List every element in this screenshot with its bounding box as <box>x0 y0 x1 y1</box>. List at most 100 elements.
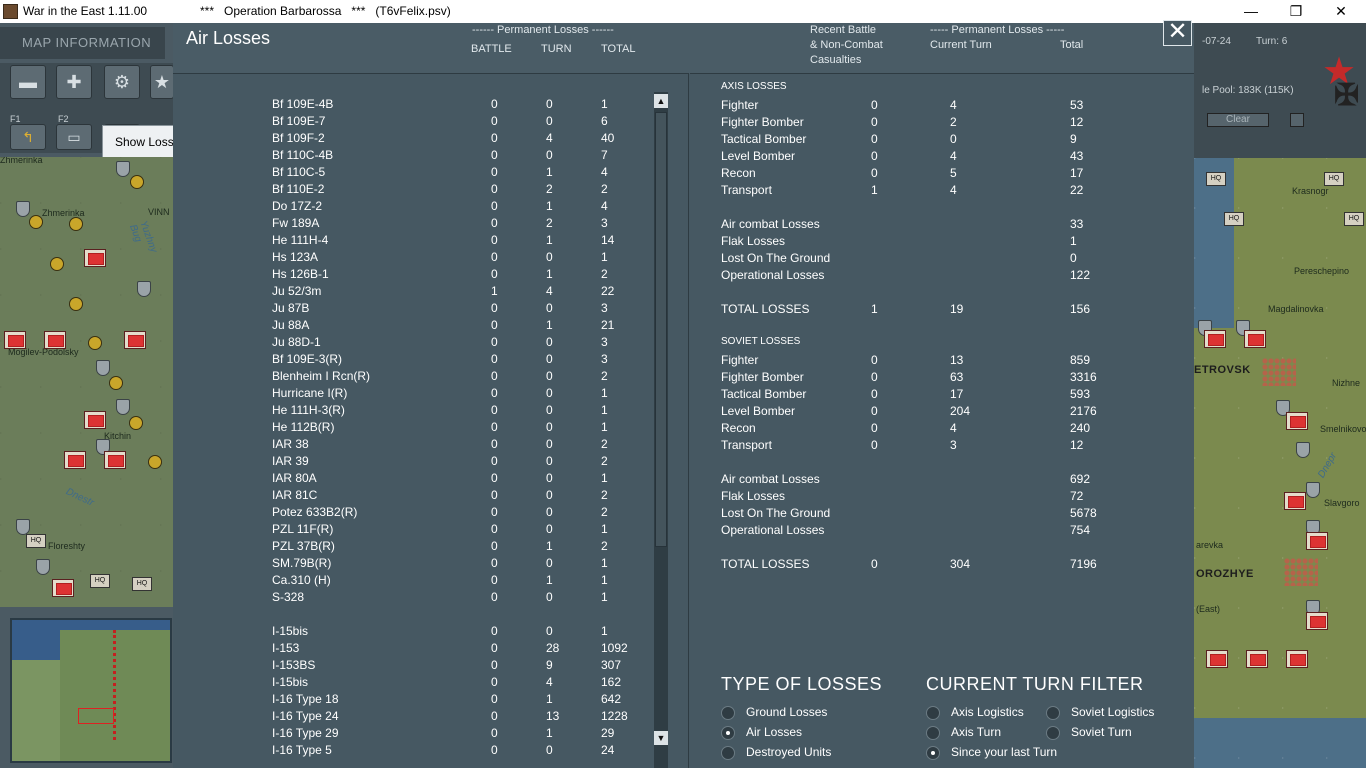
hq-counter[interactable]: HQ <box>1344 212 1364 226</box>
soviet-unit-counter[interactable] <box>1244 330 1266 348</box>
aircraft-row[interactable]: Bf 110E-2 0 2 2 <box>173 182 643 199</box>
star-icon[interactable]: ★ <box>150 65 174 99</box>
scroll-down-arrow-icon[interactable]: ▼ <box>654 731 668 745</box>
aircraft-row[interactable]: Ca.310 (H) 0 1 1 <box>173 573 643 590</box>
soviet-unit-counter[interactable] <box>1306 532 1328 550</box>
scroll-thumb[interactable] <box>655 112 667 547</box>
aircraft-row[interactable]: Bf 110C-4B 0 0 7 <box>173 148 643 165</box>
aircraft-row[interactable]: I-16 Type 24 0 13 1228 <box>173 709 643 726</box>
soviet-unit-counter[interactable] <box>124 331 146 349</box>
radio-button[interactable] <box>926 706 940 720</box>
soviet-unit-counter[interactable] <box>84 249 106 267</box>
aircraft-row[interactable]: Ju 88A 0 1 21 <box>173 318 643 335</box>
minimap[interactable] <box>10 618 172 763</box>
soviet-unit-counter[interactable] <box>1206 650 1228 668</box>
hq-counter[interactable]: HQ <box>1206 172 1226 186</box>
unit-shield-icon[interactable] <box>116 399 130 415</box>
unit-shield-icon[interactable] <box>1296 442 1310 458</box>
soviet-unit-counter[interactable] <box>104 451 126 469</box>
aircraft-row[interactable]: I-153 0 28 1092 <box>173 641 643 658</box>
aircraft-row[interactable]: Do 17Z-2 0 1 4 <box>173 199 643 216</box>
map-information-button[interactable]: MAP INFORMATION <box>0 27 165 59</box>
aircraft-row[interactable]: Ju 87B 0 0 3 <box>173 301 643 318</box>
restore-button[interactable]: ❐ <box>1273 0 1319 23</box>
unit-shield-icon[interactable] <box>16 201 30 217</box>
aircraft-row[interactable]: I-153BS 0 9 307 <box>173 658 643 675</box>
soviet-unit-counter[interactable] <box>1286 412 1308 430</box>
radio-button[interactable] <box>721 726 735 740</box>
hq-counter[interactable]: HQ <box>1224 212 1244 226</box>
aircraft-row[interactable]: I-15bis 0 0 1 <box>173 624 643 641</box>
clear-button[interactable]: Clear <box>1207 113 1269 127</box>
soviet-unit-counter[interactable] <box>84 411 106 429</box>
aircraft-row[interactable]: IAR 38 0 0 2 <box>173 437 643 454</box>
list-scrollbar[interactable]: ▲ ▼ <box>654 92 668 768</box>
hq-counter[interactable]: HQ <box>90 574 110 588</box>
aircraft-row[interactable]: Blenheim I Rcn(R) 0 0 2 <box>173 369 643 386</box>
soviet-unit-counter[interactable] <box>1284 492 1306 510</box>
unit-shield-icon[interactable] <box>137 281 151 297</box>
aircraft-row[interactable]: Hs 123A 0 0 1 <box>173 250 643 267</box>
unit-shield-icon[interactable] <box>1306 482 1320 498</box>
aircraft-row[interactable] <box>173 607 643 624</box>
aircraft-row[interactable]: PZL 37B(R) 0 1 2 <box>173 539 643 556</box>
aircraft-row[interactable]: Fw 189A 0 2 3 <box>173 216 643 233</box>
minimap-viewport[interactable] <box>78 708 114 724</box>
radio-button[interactable] <box>1046 706 1060 720</box>
map-view-right[interactable]: HQ HQ Krasnogr HQ HQ Pereschepino Magdal… <box>1194 158 1366 768</box>
gear-icon[interactable]: ⚙ <box>104 65 140 99</box>
soviet-unit-counter[interactable] <box>64 451 86 469</box>
aircraft-row[interactable]: IAR 81C 0 0 2 <box>173 488 643 505</box>
aircraft-row[interactable]: I-15bis 0 4 162 <box>173 675 643 692</box>
soviet-unit-counter[interactable] <box>1246 650 1268 668</box>
dialog-close-button[interactable]: ✕ <box>1163 20 1192 46</box>
aircraft-row[interactable]: SM.79B(R) 0 0 1 <box>173 556 643 573</box>
unit-shield-icon[interactable] <box>36 559 50 575</box>
aircraft-row[interactable]: S-328 0 0 1 <box>173 590 643 607</box>
scroll-up-arrow-icon[interactable]: ▲ <box>654 94 668 108</box>
hq-counter[interactable]: HQ <box>132 577 152 591</box>
aircraft-row[interactable]: Bf 109E-3(R) 0 0 3 <box>173 352 643 369</box>
aircraft-row[interactable]: He 112B(R) 0 0 1 <box>173 420 643 437</box>
aircraft-row[interactable]: I-16 Type 29 0 1 29 <box>173 726 643 743</box>
aircraft-row[interactable]: Bf 109E-7 0 0 6 <box>173 114 643 131</box>
window-close-button[interactable]: ✕ <box>1318 0 1364 23</box>
aircraft-row[interactable]: Potez 633B2(R) 0 0 2 <box>173 505 643 522</box>
unit-shield-icon[interactable] <box>116 161 130 177</box>
soviet-unit-counter[interactable] <box>1306 612 1328 630</box>
aircraft-row[interactable]: Bf 109E-4B 0 0 1 <box>173 97 643 114</box>
aircraft-row[interactable]: Ju 52/3m 1 4 22 <box>173 284 643 301</box>
aircraft-row[interactable]: IAR 80A 0 0 1 <box>173 471 643 488</box>
aircraft-row[interactable]: Bf 110C-5 0 1 4 <box>173 165 643 182</box>
radio-button[interactable] <box>926 726 940 740</box>
aircraft-row[interactable]: He 111H-4 0 1 14 <box>173 233 643 250</box>
aircraft-row[interactable]: I-16 Type 5 0 0 24 <box>173 743 643 760</box>
soviet-unit-counter[interactable] <box>44 331 66 349</box>
radio-button[interactable] <box>721 746 735 760</box>
aircraft-row[interactable]: I-16 Type 18 0 1 642 <box>173 692 643 709</box>
air-group-icon[interactable]: ✚ <box>56 65 92 99</box>
train-icon[interactable]: ▭ <box>56 124 92 150</box>
unit-shield-icon[interactable] <box>96 360 110 376</box>
minimize-button[interactable]: — <box>1228 0 1274 23</box>
unit-shield-icon[interactable] <box>16 519 30 535</box>
soviet-unit-counter[interactable] <box>52 579 74 597</box>
option-toggle[interactable] <box>1290 113 1304 127</box>
soviet-unit-counter[interactable] <box>4 331 26 349</box>
undo-move-icon[interactable]: ↰ <box>10 124 46 150</box>
aircraft-row[interactable]: IAR 39 0 0 2 <box>173 454 643 471</box>
radio-button[interactable] <box>1046 726 1060 740</box>
aircraft-row[interactable]: Hs 126B-1 0 1 2 <box>173 267 643 284</box>
aircraft-row[interactable]: Ju 88D-1 0 0 3 <box>173 335 643 352</box>
hq-counter[interactable]: HQ <box>1324 172 1344 186</box>
aircraft-row[interactable]: Bf 109F-2 0 4 40 <box>173 131 643 148</box>
soviet-unit-counter[interactable] <box>1286 650 1308 668</box>
map-view-left[interactable]: Zhmerinka Zhmerinka VINN Yuzhny Bug Mogi… <box>0 157 173 607</box>
radio-button[interactable] <box>721 706 735 720</box>
aircraft-row[interactable]: Hurricane I(R) 0 0 1 <box>173 386 643 403</box>
tank-icon[interactable]: ▬ <box>10 65 46 99</box>
hq-counter[interactable]: HQ <box>26 534 46 548</box>
aircraft-row[interactable]: PZL 11F(R) 0 0 1 <box>173 522 643 539</box>
radio-button[interactable] <box>926 746 940 760</box>
aircraft-row[interactable]: He 111H-3(R) 0 0 1 <box>173 403 643 420</box>
